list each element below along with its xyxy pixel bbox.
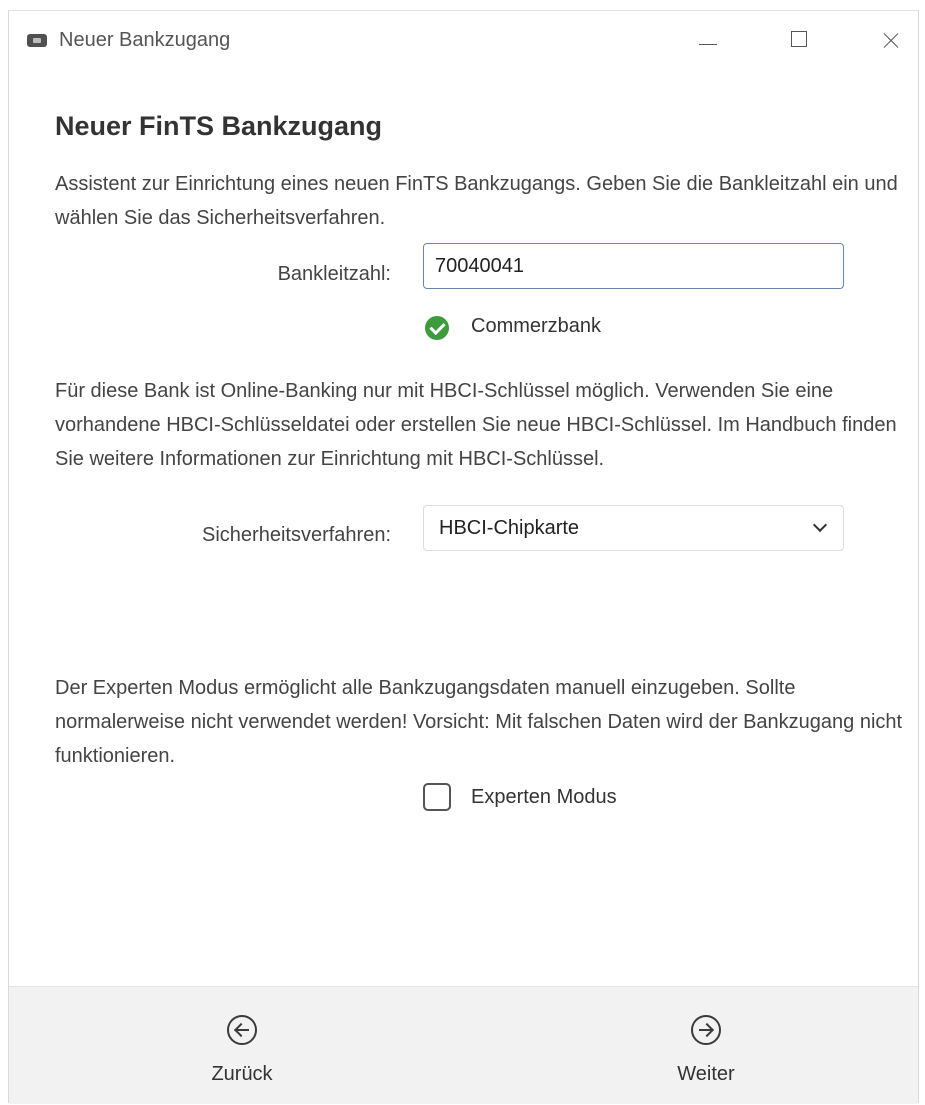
close-button[interactable] — [867, 25, 913, 55]
maximize-icon — [791, 31, 807, 47]
expert-mode-info-text: Der Experten Modus ermöglicht alle Bankz… — [55, 677, 903, 767]
chevron-down-icon — [812, 517, 828, 533]
hbci-info-text: Für diese Bank ist Online-Banking nur mi… — [55, 380, 897, 470]
next-button[interactable]: Weiter — [626, 987, 786, 1105]
bank-code-label: Bankleitzahl: — [277, 263, 391, 285]
security-method-select[interactable]: HBCI-Chipkarte — [423, 505, 844, 551]
dialog-window: Neuer Bankzugang Neuer FinTS Bankzugang … — [8, 10, 919, 1104]
expert-mode-checkbox[interactable] — [423, 783, 451, 811]
arrow-right-circle-icon — [691, 1015, 721, 1045]
minimize-icon — [699, 44, 717, 45]
arrow-left-circle-icon — [227, 1015, 257, 1045]
security-method-label: Sicherheitsverfahren: — [202, 524, 391, 546]
back-button-label: Zurück — [211, 1063, 273, 1085]
title-bar: Neuer Bankzugang — [9, 11, 918, 69]
check-circle-icon — [425, 316, 449, 340]
page-title: Neuer FinTS Bankzugang — [55, 111, 383, 141]
window-title: Neuer Bankzugang — [59, 29, 231, 51]
bank-name: Commerzbank — [471, 315, 602, 337]
close-icon — [875, 29, 905, 53]
app-icon — [27, 34, 47, 47]
footer-bar: Zurück Weiter — [9, 986, 918, 1104]
bank-code-input[interactable] — [423, 243, 844, 289]
security-method-value: HBCI-Chipkarte — [439, 517, 580, 539]
intro-text: Assistent zur Einrichtung eines neuen Fi… — [55, 173, 898, 229]
next-button-label: Weiter — [677, 1063, 735, 1085]
back-button[interactable]: Zurück — [162, 987, 322, 1105]
maximize-button[interactable] — [777, 25, 823, 55]
minimize-button[interactable] — [685, 25, 731, 55]
expert-mode-label[interactable]: Experten Modus — [471, 786, 617, 809]
